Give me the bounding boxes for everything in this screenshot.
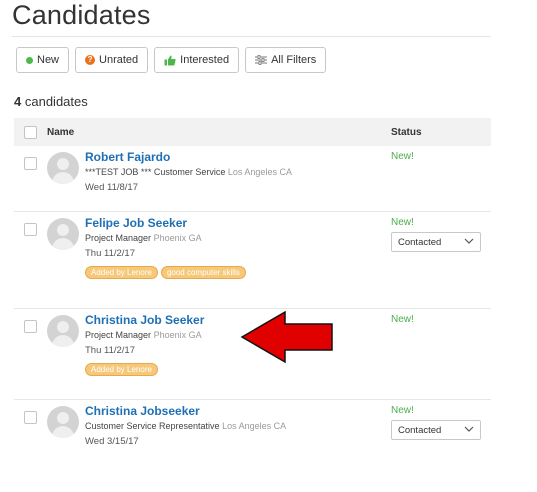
filter-new-label: New [37, 54, 60, 66]
candidate-row[interactable]: Christina Jobseeker Customer Service Rep… [14, 400, 491, 464]
candidate-date: Wed 3/15/17 [85, 436, 139, 447]
avatar [47, 315, 79, 347]
avatar [47, 218, 79, 250]
tag-list: Added by Lenore [85, 363, 158, 376]
tag-list: Added by Lenore good computer skills [85, 266, 246, 279]
status-column-header[interactable]: Status [391, 127, 422, 138]
candidate-row[interactable]: Felipe Job Seeker Project Manager Phoeni… [14, 212, 491, 309]
table-header: Name Status [14, 118, 491, 146]
job-location: Los Angeles CA [227, 167, 292, 177]
all-filters-label: All Filters [271, 54, 317, 66]
status-badge: New! [391, 151, 414, 162]
row-checkbox[interactable] [24, 411, 37, 424]
status-select-value: Contacted [398, 236, 442, 248]
avatar [47, 152, 79, 184]
chevron-down-icon [464, 424, 474, 437]
job-location: Phoenix GA [153, 233, 202, 243]
status-select-value: Contacted [398, 424, 442, 436]
candidate-count-number: 4 [14, 94, 22, 109]
candidate-row[interactable]: Robert Fajardo ***TEST JOB *** Customer … [14, 146, 491, 212]
candidate-name-link[interactable]: Felipe Job Seeker [85, 216, 187, 230]
job-location: Los Angeles CA [222, 421, 287, 431]
green-dot-icon [26, 56, 33, 64]
title-divider [12, 36, 491, 37]
candidate-job: ***TEST JOB *** Customer Service Los Ang… [85, 167, 292, 177]
status-badge: New! [391, 314, 414, 325]
sliders-icon [255, 55, 268, 65]
tag[interactable]: good computer skills [160, 266, 246, 279]
chevron-down-icon [464, 236, 474, 249]
filter-unrated-label: Unrated [99, 54, 139, 66]
question-circle-icon: ? [85, 55, 96, 65]
candidate-date: Thu 11/2/17 [85, 345, 136, 356]
select-all-checkbox[interactable] [24, 125, 37, 139]
red-arrow-icon [240, 310, 333, 364]
row-checkbox[interactable] [24, 223, 37, 236]
candidate-count-suffix: candidates [24, 94, 88, 109]
row-checkbox[interactable] [24, 320, 37, 333]
filter-bar: New ? Unrated Interested All Filters [16, 47, 327, 73]
job-title: Project Manager [85, 330, 152, 340]
candidate-name-link[interactable]: Robert Fajardo [85, 150, 170, 164]
filter-new-button[interactable]: New [16, 47, 70, 73]
row-checkbox[interactable] [24, 157, 37, 170]
status-select[interactable]: Contacted [391, 232, 481, 252]
status-badge: New! [391, 405, 414, 416]
thumbs-up-icon [164, 55, 176, 66]
filter-interested-button[interactable]: Interested [154, 47, 240, 73]
all-filters-button[interactable]: All Filters [245, 47, 327, 73]
job-location: Phoenix GA [153, 330, 202, 340]
job-title: Customer Service Representative [85, 421, 220, 431]
candidate-date: Thu 11/2/17 [85, 248, 136, 259]
candidate-job: Project Manager Phoenix GA [85, 233, 202, 243]
candidate-job: Customer Service Representative Los Ange… [85, 421, 286, 431]
candidate-name-link[interactable]: Christina Job Seeker [85, 313, 204, 327]
candidate-name-link[interactable]: Christina Jobseeker [85, 404, 200, 418]
status-badge: New! [391, 217, 414, 228]
status-select[interactable]: Contacted [391, 420, 481, 440]
job-title: ***TEST JOB *** Customer Service [85, 167, 226, 177]
candidate-date: Wed 11/8/17 [85, 182, 138, 193]
filter-interested-label: Interested [180, 54, 230, 66]
name-column-header[interactable]: Name [47, 127, 74, 138]
candidate-job: Project Manager Phoenix GA [85, 330, 202, 340]
tag[interactable]: Added by Lenore [85, 266, 158, 279]
filter-unrated-button[interactable]: ? Unrated [75, 47, 149, 73]
candidate-count: 4 candidates [14, 94, 88, 109]
tag[interactable]: Added by Lenore [85, 363, 158, 376]
avatar [47, 406, 79, 438]
page-title: Candidates [12, 0, 151, 30]
job-title: Project Manager [85, 233, 152, 243]
